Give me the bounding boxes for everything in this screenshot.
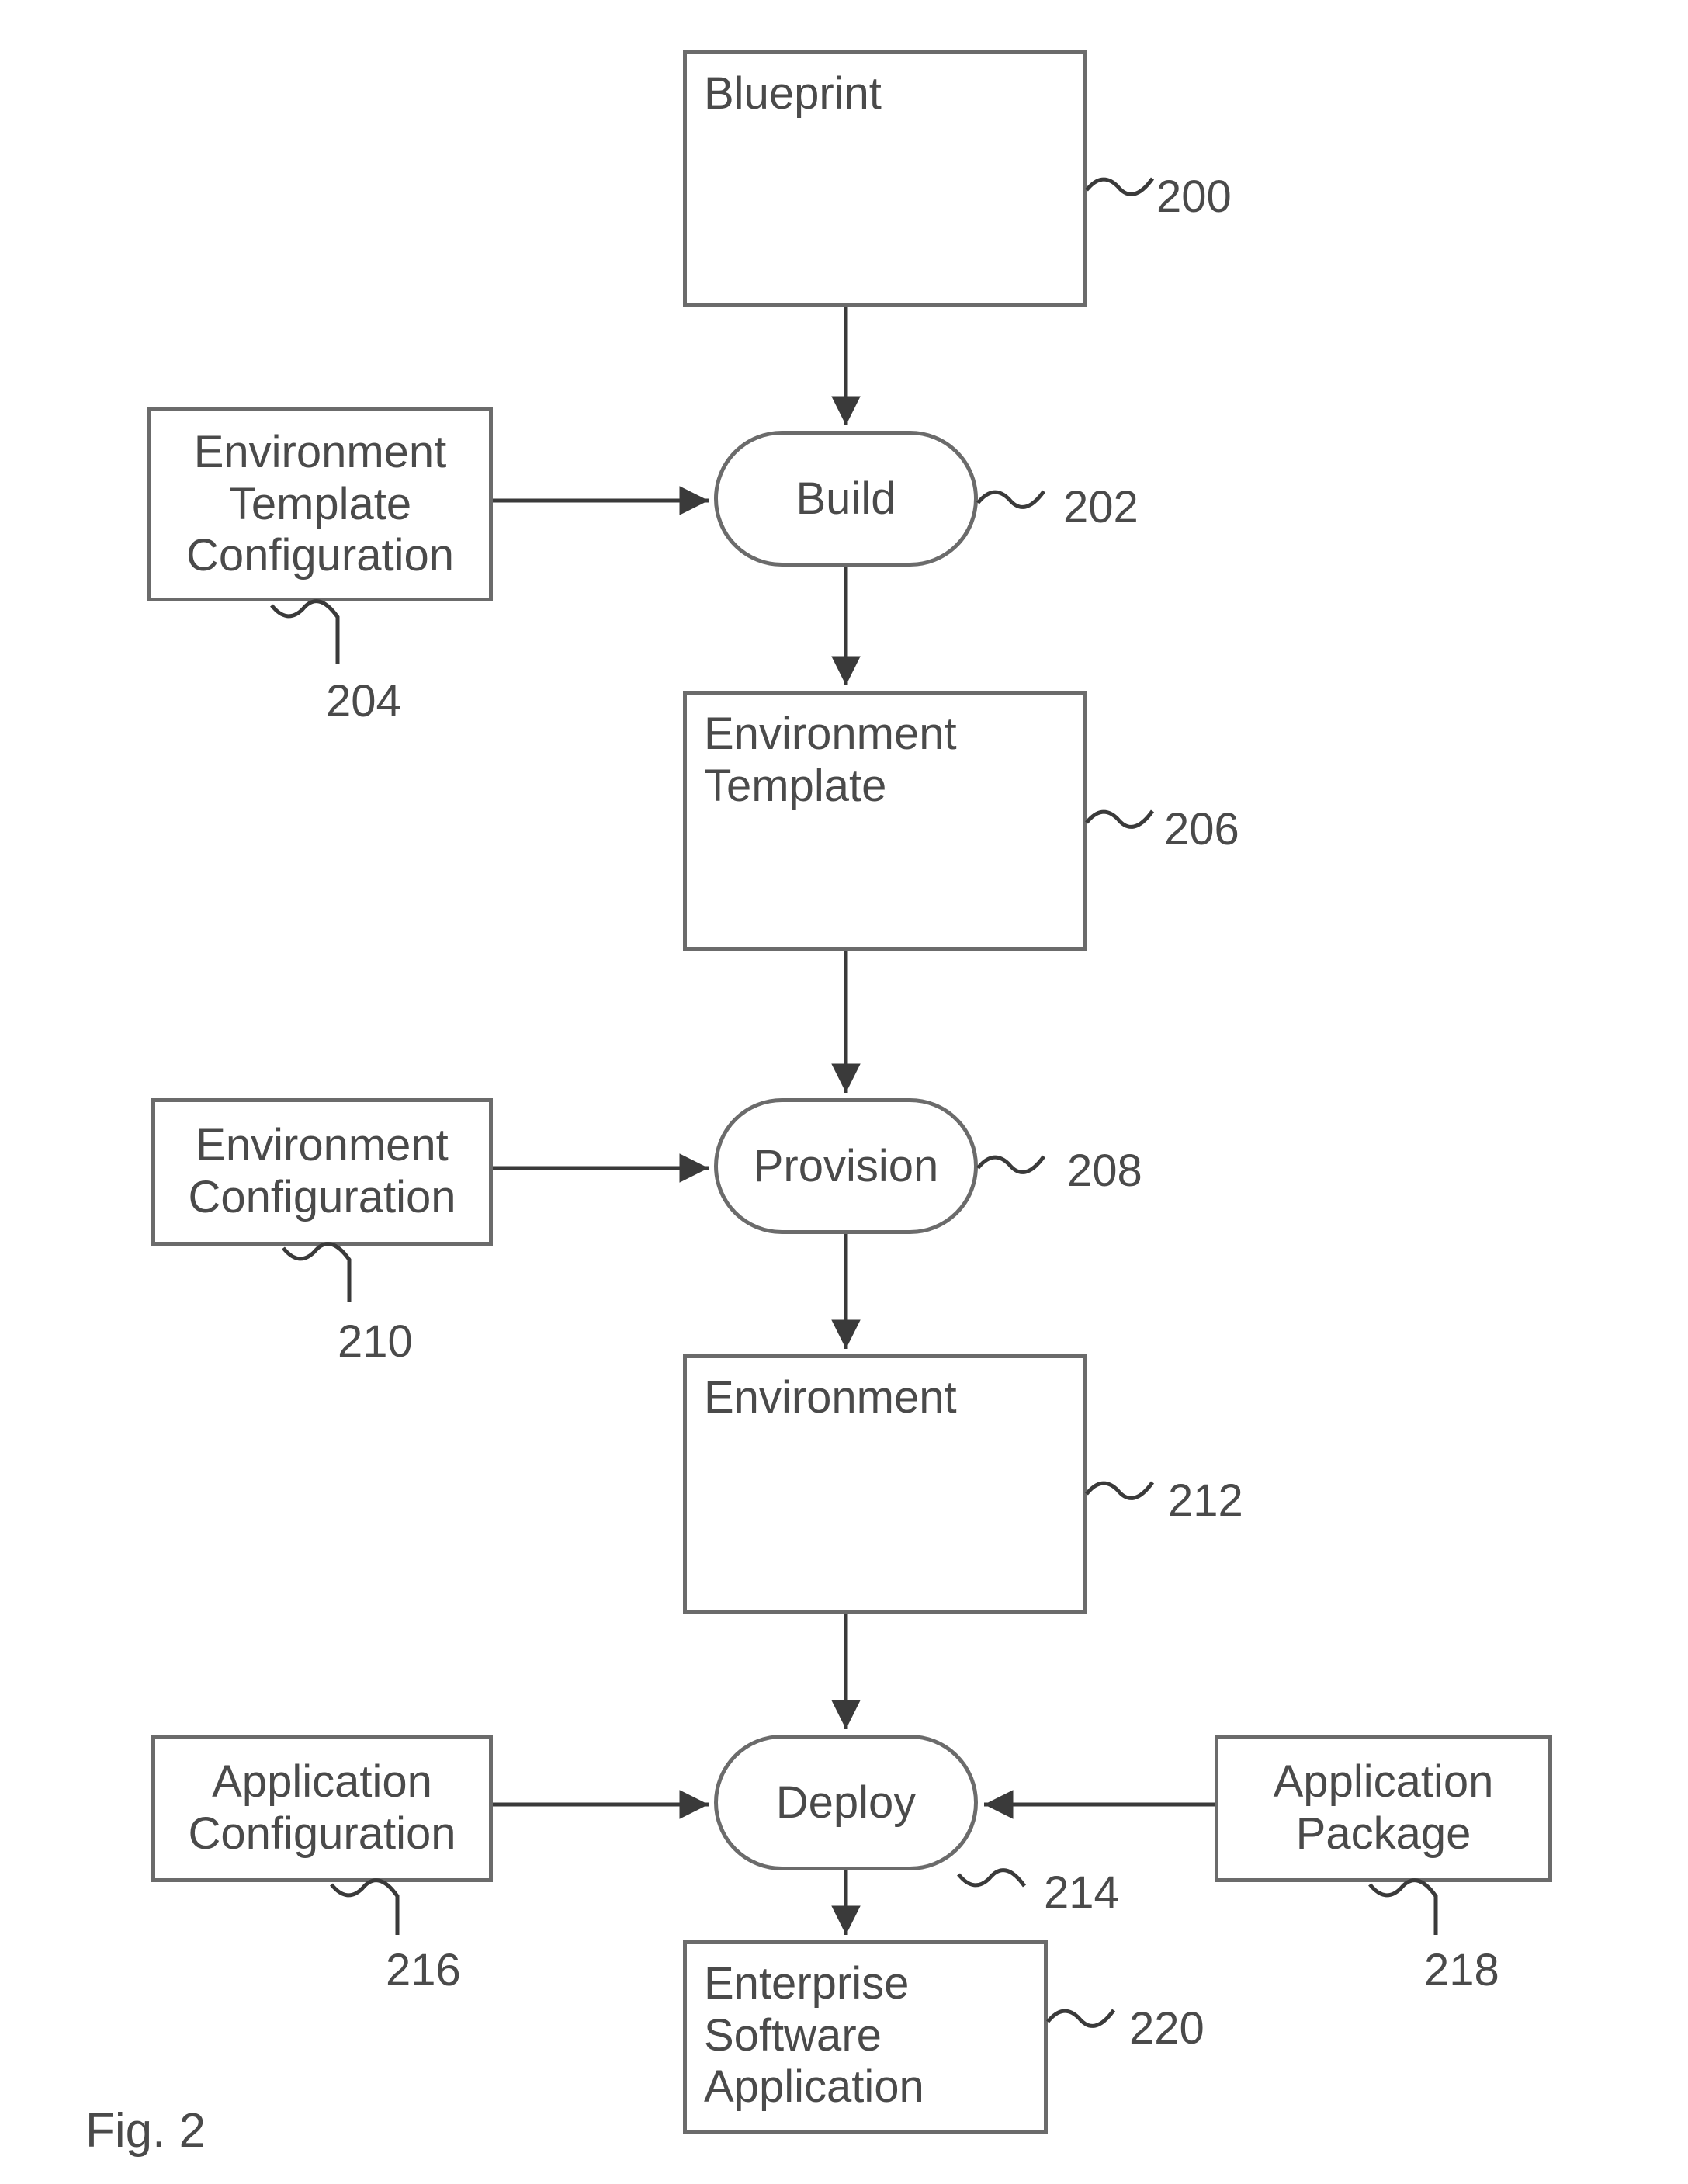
ref-deploy: 214 — [1044, 1867, 1119, 1919]
node-app-pkg: Application Package — [1215, 1735, 1552, 1882]
figure-label: Fig. 2 — [85, 2103, 206, 2158]
ref-build: 202 — [1063, 481, 1139, 533]
node-build: Build — [714, 431, 978, 567]
node-app-pkg-label: Application Package — [1274, 1756, 1494, 1860]
node-blueprint-label: Blueprint — [704, 68, 882, 119]
ref-app-pkg: 218 — [1424, 1944, 1499, 1996]
node-blueprint: Blueprint — [683, 50, 1087, 307]
node-env-cfg-label: Environment Configuration — [189, 1120, 456, 1223]
node-env-tpl-label: Environment Template — [704, 709, 957, 811]
ref-env-cfg: 210 — [338, 1316, 413, 1368]
node-env-cfg: Environment Configuration — [151, 1098, 493, 1246]
node-env-tpl-cfg-label: Environment Template Configuration — [186, 427, 454, 582]
node-env-label: Environment — [704, 1372, 957, 1423]
node-ent-app: Enterprise Software Application — [683, 1940, 1048, 2134]
ref-ent-app: 220 — [1129, 2002, 1204, 2054]
node-deploy: Deploy — [714, 1735, 978, 1870]
node-ent-app-label: Enterprise Software Application — [704, 1958, 924, 2112]
node-provision: Provision — [714, 1098, 978, 1234]
node-env: Environment — [683, 1354, 1087, 1614]
ref-env-tpl: 206 — [1164, 803, 1239, 855]
node-app-cfg: Application Configuration — [151, 1735, 493, 1882]
node-app-cfg-label: Application Configuration — [189, 1756, 456, 1860]
ref-env: 212 — [1168, 1475, 1243, 1527]
ref-blueprint: 200 — [1156, 171, 1232, 223]
node-provision-label: Provision — [754, 1140, 939, 1192]
ref-app-cfg: 216 — [386, 1944, 461, 1996]
ref-provision: 208 — [1067, 1145, 1142, 1197]
ref-env-tpl-cfg: 204 — [326, 675, 401, 727]
node-env-tpl-cfg: Environment Template Configuration — [147, 407, 493, 601]
node-env-tpl: Environment Template — [683, 691, 1087, 951]
node-deploy-label: Deploy — [776, 1777, 917, 1829]
node-build-label: Build — [796, 473, 896, 525]
diagram-canvas: Blueprint 200 Build 202 Environment Temp… — [0, 0, 1688, 2184]
